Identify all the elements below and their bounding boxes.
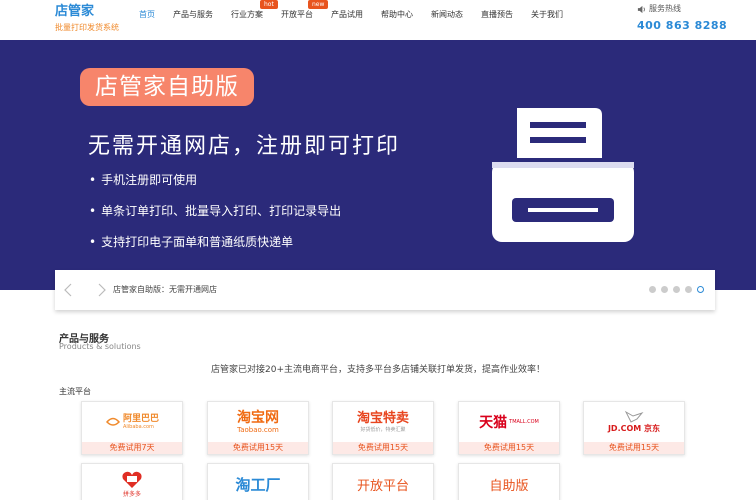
trial-label: 免费试用15天	[584, 442, 684, 454]
hero-banner[interactable]: 店管家自助版 无需开通网店，注册即可打印 手机注册即可使用 单条订单打印、批量导…	[0, 40, 756, 290]
site-header: 店管家 批量打印发货系统 首页 产品与服务 行业方案 开放平台 产品试用 帮助中…	[0, 0, 756, 40]
nav-home[interactable]: 首页	[130, 0, 164, 40]
alibaba-icon	[105, 417, 121, 426]
platform-card-taobao-temai[interactable]: 淘宝特卖 好货低价，特卖汇聚 免费试用15天	[332, 401, 434, 455]
speaker-icon	[637, 5, 645, 13]
slider-dot[interactable]	[649, 286, 656, 293]
chevron-right-icon[interactable]	[94, 282, 108, 298]
platform-card-taogongchang[interactable]: 淘工厂	[207, 463, 309, 500]
new-badge: new	[308, 0, 329, 9]
hotline-label: 服务热线	[649, 4, 681, 13]
slider-dots	[644, 286, 704, 293]
taobao-temai-logo: 淘宝特卖 好货低价，特卖汇聚	[333, 402, 433, 442]
slider-dot[interactable]	[661, 286, 668, 293]
trial-label: 免费试用15天	[333, 442, 433, 454]
slider-dot[interactable]	[673, 286, 680, 293]
trial-label: 免费试用15天	[459, 442, 559, 454]
banner-bullets: 手机注册即可使用 单条订单打印、批量导入打印、打印记录导出 支持打印电子面单和普…	[89, 172, 341, 265]
chevron-left-icon[interactable]	[62, 282, 76, 298]
open-platform-logo: 开放平台	[356, 478, 409, 494]
nav-trial[interactable]: 产品试用	[322, 0, 372, 40]
alibaba-sub: Alibaba.com	[122, 424, 154, 430]
slider-dot-active[interactable]	[697, 286, 704, 293]
taobao-logo: 淘宝网 Taobao.com	[208, 402, 308, 442]
pinduoduo-icon	[122, 471, 142, 488]
section-subtitle: Products & solutions	[59, 342, 141, 351]
taobao-temai-name: 淘宝特卖	[356, 411, 409, 426]
nav-help[interactable]: 帮助中心	[372, 0, 422, 40]
banner-headline: 无需开通网店，注册即可打印	[88, 134, 401, 159]
tmall-name: 天猫	[479, 415, 508, 431]
platform-label: 主流平台	[59, 387, 91, 396]
logo-title: 店管家	[55, 4, 95, 19]
platform-card-open-platform[interactable]: 开放平台	[332, 463, 434, 500]
jd-name: JD.COM 京东	[607, 424, 661, 433]
platform-card-self-service[interactable]: 自助版	[458, 463, 560, 500]
nav-live[interactable]: 直播预告	[472, 0, 522, 40]
logo-subtitle: 批量打印发货系统	[55, 23, 119, 32]
taobao-sub: Taobao.com	[237, 425, 279, 434]
banner-bullet: 单条订单打印、批量导入打印、打印记录导出	[89, 203, 341, 219]
platform-card-jd[interactable]: JD.COM 京东 免费试用15天	[583, 401, 685, 455]
pinduoduo-logo: 拼多多	[82, 464, 182, 500]
platform-card-taobao[interactable]: 淘宝网 Taobao.com 免费试用15天	[207, 401, 309, 455]
hotline-number[interactable]: 400 863 8288	[637, 19, 727, 32]
taobao-name: 淘宝网	[237, 409, 279, 426]
nav-products[interactable]: 产品与服务	[164, 0, 222, 40]
slide-caption[interactable]: 店管家自助版：无需开通网店	[113, 284, 217, 295]
banner-bullet: 支持打印电子面单和普通纸质快递单	[89, 234, 341, 250]
tmall-logo: 天猫 TMALL.COM	[459, 402, 559, 442]
hot-badge: hot	[260, 0, 278, 9]
platform-card-tmall[interactable]: 天猫 TMALL.COM 免费试用15天	[458, 401, 560, 455]
taogongchang-logo: 淘工厂	[235, 475, 281, 494]
jd-dog-icon	[624, 410, 644, 423]
alibaba-logo: 阿里巴巴 Alibaba.com	[82, 402, 182, 442]
banner-bullet: 手机注册即可使用	[89, 172, 341, 188]
nav-news[interactable]: 新闻动态	[422, 0, 472, 40]
alibaba-name: 阿里巴巴	[122, 414, 159, 424]
hotline: 服务热线 400 863 8288	[637, 3, 727, 32]
main-nav: 首页 产品与服务 行业方案 开放平台 产品试用 帮助中心 新闻动态 直播预告 关…	[130, 0, 572, 40]
tmall-sub: TMALL.COM	[509, 419, 539, 425]
trial-label: 免费试用15天	[208, 442, 308, 454]
slider-dot[interactable]	[685, 286, 692, 293]
platform-card-pinduoduo[interactable]: 拼多多	[81, 463, 183, 500]
slider-caption-bar: 店管家自助版：无需开通网店	[55, 270, 715, 310]
banner-tag: 店管家自助版	[80, 68, 254, 106]
taobao-temai-sub: 好货低价，特卖汇聚	[360, 427, 406, 433]
section-description: 店管家已对接20+主流电商平台，支持多平台多店铺关联打单发货，提高作业效率！	[211, 365, 545, 375]
self-service-logo: 自助版	[489, 478, 529, 494]
platform-card-alibaba[interactable]: 阿里巴巴 Alibaba.com 免费试用7天	[81, 401, 183, 455]
trial-label: 免费试用7天	[82, 442, 182, 454]
jd-logo: JD.COM 京东	[584, 402, 684, 442]
nav-about[interactable]: 关于我们	[522, 0, 572, 40]
site-logo[interactable]: 店管家 批量打印发货系统	[55, 4, 119, 34]
pinduoduo-name: 拼多多	[122, 490, 141, 498]
printer-icon	[492, 108, 634, 242]
